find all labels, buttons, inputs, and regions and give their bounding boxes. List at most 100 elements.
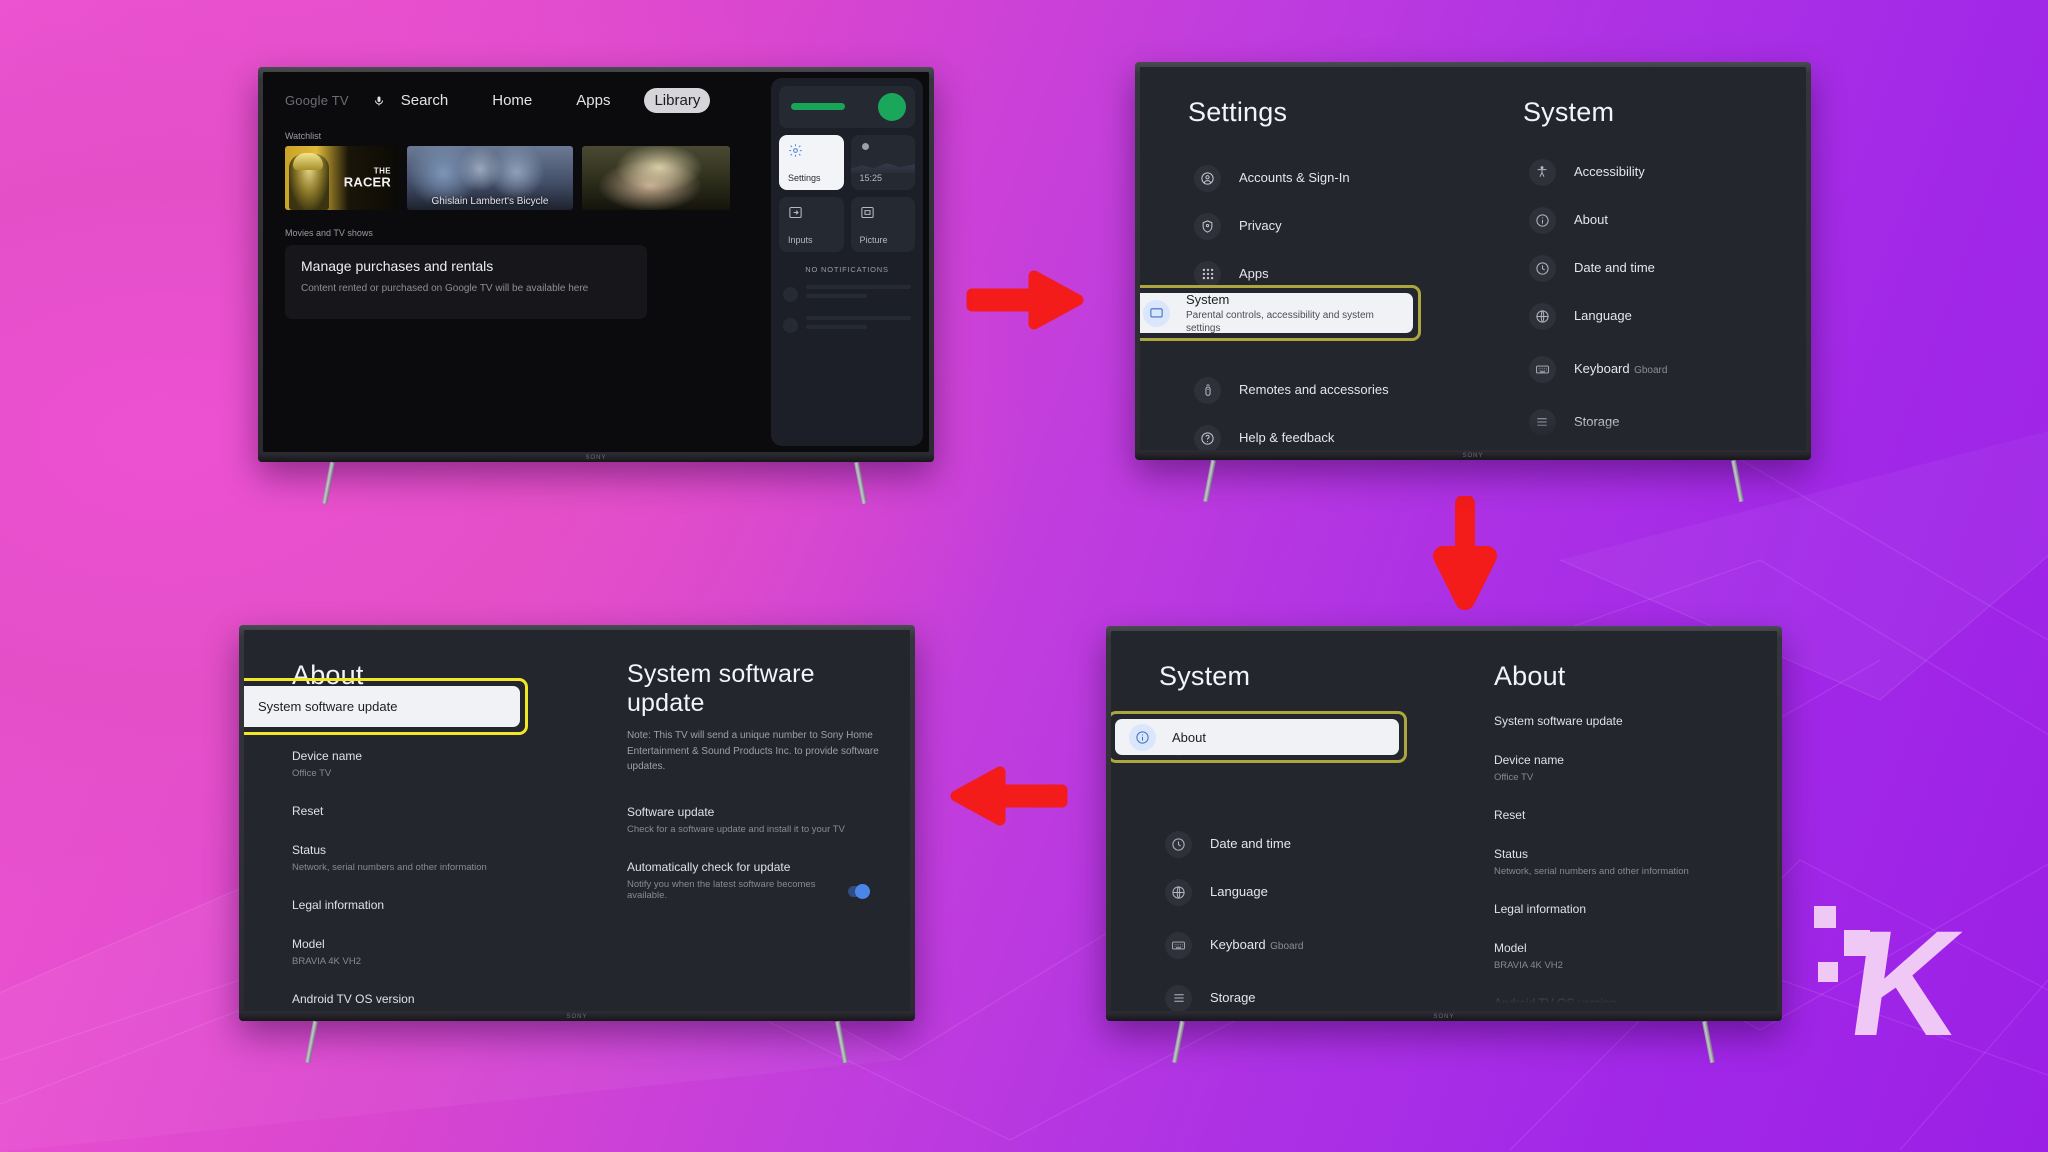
watchlist-tile-the-racer[interactable]: THE RACER	[285, 146, 398, 210]
nav-item-home[interactable]: Home	[482, 88, 542, 113]
list-fade	[1512, 416, 1806, 450]
update-options: Software update Check for a software upd…	[627, 805, 884, 901]
about-item-label: Model	[292, 937, 325, 951]
globe-icon	[1528, 302, 1556, 330]
quick-tile-picture-label: Picture	[859, 235, 888, 245]
about-item-sub: BRAVIA 4K VH2	[292, 956, 361, 967]
manage-purchases-card[interactable]: Manage purchases and rentals Content ren…	[285, 245, 647, 319]
about-title: About	[1493, 661, 1566, 691]
about-item-device-name[interactable]: Device name Office TV	[292, 749, 617, 779]
about-item-label: Reset	[1493, 808, 1526, 822]
avatar[interactable]	[878, 93, 906, 121]
about-item-label: System software update	[1493, 714, 1623, 728]
input-icon	[789, 206, 802, 219]
manage-purchases-title: Manage purchases and rentals	[301, 258, 494, 274]
help-icon	[1194, 424, 1221, 450]
watchlist-tile-third[interactable]	[582, 146, 730, 210]
settings-item-system-label: System	[1186, 291, 1230, 307]
system-item-label: Keyboard	[1210, 937, 1266, 952]
settings-item-privacy[interactable]: Privacy	[1188, 202, 1513, 250]
about-item-system-software-update-focused[interactable]: System software update	[244, 686, 520, 727]
update-right-column: System software update Note: This TV wil…	[616, 630, 910, 1011]
nav-item-library[interactable]: Library	[644, 88, 711, 113]
tv-1-leg-left	[322, 461, 335, 505]
weather-icon	[861, 143, 869, 150]
info-icon	[1129, 723, 1156, 751]
settings-item-label-wrap: Accounts & Sign-In	[1239, 169, 1350, 187]
system-item-label-wrap: Language	[1210, 883, 1268, 901]
quick-tile-picture[interactable]: Picture	[850, 197, 915, 252]
about-item-system-software-update-label: System software update	[258, 699, 398, 714]
settings-left-column: Settings Accounts & Sign-In Privacy Apps…	[1140, 67, 1513, 450]
storage-icon	[1165, 984, 1192, 1011]
no-notifications-label: NO NOTIFICATIONS	[805, 265, 889, 274]
nav-item-search[interactable]: Search	[373, 88, 459, 113]
placeholder-line	[806, 285, 911, 289]
update-item-software-update[interactable]: Software update Check for a software upd…	[627, 805, 884, 835]
system-item-about[interactable]: About	[1523, 196, 1780, 244]
system-item-language[interactable]: Language	[1523, 292, 1780, 340]
settings-item-accounts-sign-in[interactable]: Accounts & Sign-In	[1188, 154, 1513, 202]
about-update-screen: About Device name Office TV Reset Status…	[244, 630, 910, 1011]
nav-item-apps[interactable]: Apps	[566, 88, 620, 113]
about-item-status[interactable]: Status Network, serial numbers and other…	[292, 843, 617, 873]
settings-item-remotes-and-accessories[interactable]: Remotes and accessories	[1188, 366, 1513, 414]
tv-bottom-bezel: SONY	[258, 453, 934, 462]
quick-settings-panel: Settings 15:25 Inputs Picture NO NOTIFIC…	[771, 78, 923, 446]
system-about-screen: System Accessibility Date and time	[1111, 631, 1777, 1011]
system-item-storage[interactable]: Storage	[1159, 974, 1484, 1011]
list-fade	[1483, 977, 1777, 1011]
system-item-date-and-time[interactable]: Date and time	[1523, 244, 1780, 292]
system-title: System	[1522, 97, 1615, 127]
about-item-status[interactable]: Status Network, serial numbers and other…	[1494, 847, 1751, 877]
about-item-system-software-update[interactable]: System software update	[1494, 714, 1751, 728]
about-item-model[interactable]: Model BRAVIA 4K VH2	[292, 937, 617, 967]
about-item-label: Device name	[292, 749, 363, 763]
about-detail-list: System software update Device name Offic…	[1494, 714, 1751, 1010]
about-item-device-name[interactable]: Device name Office TV	[1494, 753, 1751, 783]
watermark-square-1	[1814, 906, 1836, 928]
settings-item-system-text: System Parental controls, accessibility …	[1186, 292, 1376, 335]
update-item-automatically-check[interactable]: Automatically check for update Notify yo…	[627, 860, 884, 901]
about-item-model[interactable]: Model BRAVIA 4K VH2	[1494, 941, 1751, 971]
monitor-icon	[1143, 299, 1170, 327]
about-item-reset[interactable]: Reset	[292, 804, 617, 818]
tv-3-leg-left	[1172, 1020, 1185, 1064]
system-item-about-label: About	[1172, 729, 1206, 745]
settings-item-system-focused[interactable]: System Parental controls, accessibility …	[1140, 292, 1413, 335]
auto-update-toggle[interactable]	[848, 883, 870, 899]
system-item-label-wrap: Language	[1574, 307, 1632, 325]
system-item-about-focused[interactable]: About	[1115, 719, 1399, 755]
placeholder-line	[806, 316, 911, 320]
about-item-reset[interactable]: Reset	[1494, 808, 1751, 822]
system-item-accessibility[interactable]: Accessibility	[1523, 148, 1780, 196]
notification-placeholder-row	[779, 316, 915, 334]
quick-tile-settings-label: Settings	[788, 173, 821, 183]
quick-tile-inputs[interactable]: Inputs	[779, 197, 844, 252]
system-item-label-wrap: Keyboard Gboard	[1574, 360, 1667, 378]
about-item-android-tv-os-version[interactable]: Android TV OS version	[292, 992, 617, 1006]
about-item-sub: Office TV	[292, 768, 332, 779]
quick-tile-weather-time[interactable]: 15:25	[850, 135, 915, 190]
watchlist-tile-ghislain-lamberts-bicycle[interactable]: Ghislain Lambert's Bicycle	[407, 146, 573, 210]
remote-icon	[1194, 376, 1221, 404]
quick-tile-settings[interactable]: Settings	[779, 135, 844, 190]
settings-item-label-wrap: Help & feedback	[1239, 429, 1334, 447]
quick-settings-account-row[interactable]	[779, 86, 915, 128]
placeholder-line	[806, 294, 867, 298]
system-item-language[interactable]: Language	[1159, 868, 1484, 916]
notification-placeholder-row	[779, 285, 915, 303]
about-item-legal-information[interactable]: Legal information	[1494, 902, 1751, 916]
settings-item-help-feedback[interactable]: Help & feedback	[1188, 414, 1513, 450]
system-item-label-wrap: Keyboard Gboard	[1210, 936, 1303, 954]
system-item-label-wrap: Date and time	[1210, 835, 1291, 853]
system-item-keyboard[interactable]: Keyboard Gboard	[1523, 340, 1780, 398]
quick-tile-time-label: 15:25	[859, 173, 883, 183]
system-item-date-and-time[interactable]: Date and time	[1159, 820, 1484, 868]
list-fade	[616, 977, 910, 1011]
system-item-label: Date and time	[1573, 260, 1655, 275]
update-note: Note: This TV will send a unique number …	[626, 730, 879, 772]
about-item-legal-information[interactable]: Legal information	[292, 898, 617, 912]
system-item-keyboard[interactable]: Keyboard Gboard	[1159, 916, 1484, 974]
sony-logo: SONY	[1462, 453, 1484, 459]
